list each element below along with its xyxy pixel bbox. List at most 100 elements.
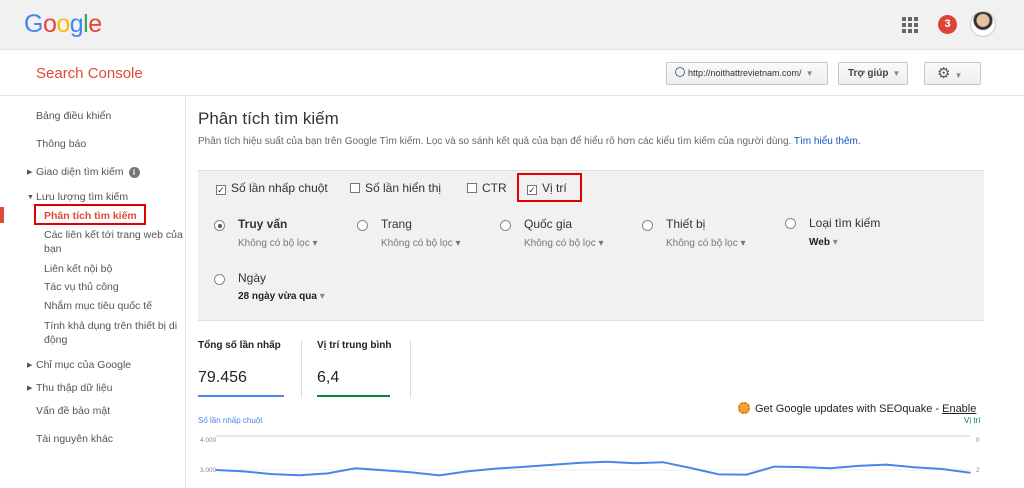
option-queries-label[interactable]: Truy vấn (238, 217, 287, 231)
data-point[interactable] (326, 472, 329, 475)
data-point[interactable] (634, 462, 636, 464)
expand-arrow-icon[interactable]: ▶ (27, 384, 32, 392)
data-point[interactable] (913, 466, 915, 469)
seoquake-enable-link[interactable]: Enable (942, 403, 976, 415)
google-bar: Google 3 (0, 0, 1024, 50)
chevron-down-icon: ▾ (455, 238, 461, 249)
app-title[interactable]: Search Console (36, 65, 143, 82)
option-countries-filter[interactable]: Không có bộ lọc ▾ (524, 238, 604, 249)
data-point[interactable] (745, 473, 748, 476)
group-by-panel: Truy vấn Không có bộ lọc ▾ Trang Không c… (198, 205, 984, 321)
data-point[interactable] (857, 465, 860, 467)
help-button[interactable]: Trợ giúp ▼ (838, 62, 908, 85)
data-point[interactable] (299, 474, 301, 477)
option-search-type-filter[interactable]: Web ▾ (809, 237, 838, 248)
y-tick-left-top: 4.000 (200, 437, 217, 444)
data-point[interactable] (271, 473, 273, 475)
globe-icon (675, 67, 685, 77)
sidebar-item-manual-actions[interactable]: Tác vụ thủ công (44, 280, 184, 294)
metric-label: Tổng số lần nhấp (198, 340, 281, 351)
site-url: http://noithattrevietnam.com/ (688, 68, 802, 78)
avatar[interactable] (970, 11, 996, 37)
data-point[interactable] (522, 466, 524, 468)
option-devices-label[interactable]: Thiết bị (666, 217, 705, 231)
sidebar-item-crawl[interactable]: Thu thập dữ liệu (36, 382, 113, 394)
chevron-down-icon: ▾ (598, 238, 604, 249)
site-selector[interactable]: http://noithattrevietnam.com/▼ (666, 62, 828, 85)
sidebar-item-mobile-usability[interactable]: Tính khả dụng trên thiết bị di động (44, 319, 184, 347)
sidebar-item-messages[interactable]: Thông báo (36, 138, 86, 150)
option-dates-label[interactable]: Ngày (238, 271, 266, 285)
chevron-down-icon: ▾ (832, 237, 838, 248)
data-point[interactable] (885, 463, 887, 466)
avg-position-metric[interactable]: Vị trí trung bình 6,4 (317, 340, 391, 397)
option-devices-filter[interactable]: Không có bộ lọc ▾ (666, 238, 746, 249)
data-point[interactable] (606, 461, 608, 463)
clicks-checkbox[interactable]: ✓ Số lần nhấp chuột (216, 181, 328, 195)
radio-queries[interactable] (214, 220, 225, 231)
google-logo[interactable]: Google (24, 10, 102, 39)
seoquake-icon (738, 402, 750, 414)
search-console-header: Search Console http://noithattrevietnam.… (0, 50, 1024, 96)
expand-arrow-icon[interactable]: ▶ (27, 361, 32, 369)
data-point[interactable] (717, 473, 720, 476)
data-point[interactable] (438, 474, 441, 477)
chevron-down-icon: ▼ (892, 69, 901, 78)
option-search-type-label[interactable]: Loại tìm kiếm (809, 216, 880, 230)
option-dates-filter[interactable]: 28 ngày vừa qua ▾ (238, 291, 325, 302)
total-clicks-metric[interactable]: Tổng số lần nhấp 79.456 (198, 340, 284, 397)
data-point[interactable] (243, 470, 245, 473)
info-icon[interactable]: i (128, 167, 140, 178)
apps-grid-icon[interactable] (902, 17, 918, 33)
radio-dates[interactable] (214, 274, 225, 285)
radio-countries[interactable] (500, 220, 511, 231)
data-point[interactable] (494, 467, 497, 470)
sidebar-item-google-index[interactable]: Chỉ mục của Google (36, 359, 131, 371)
seoquake-notice: Get Google updates with SEOquake - Enabl… (738, 402, 976, 415)
sidebar-item-search-traffic[interactable]: Lưu lượng tìm kiếm (36, 191, 128, 203)
learn-more-link[interactable]: Tìm hiểu thêm. (794, 136, 861, 147)
sidebar-item-search-appearance[interactable]: Giao diện tìm kiếm i (36, 166, 140, 178)
data-point[interactable] (382, 469, 385, 472)
data-point[interactable] (969, 471, 971, 474)
data-point[interactable] (773, 465, 776, 468)
data-point[interactable] (829, 467, 832, 470)
radio-devices[interactable] (642, 220, 653, 231)
impressions-checkbox[interactable]: Số lần hiển thị (350, 181, 441, 195)
collapse-arrow-icon[interactable]: ▼ (27, 194, 34, 201)
option-queries-filter[interactable]: Không có bộ lọc ▾ (238, 238, 318, 249)
page-title: Phân tích tìm kiếm (198, 109, 339, 128)
series-line-clicks (215, 460, 971, 477)
settings-button[interactable]: ⚙ ▼ (924, 62, 981, 85)
data-point[interactable] (941, 468, 943, 470)
expand-arrow-icon[interactable]: ▶ (27, 168, 32, 176)
gear-icon: ⚙ (937, 65, 951, 82)
option-countries-label[interactable]: Quốc gia (524, 217, 572, 231)
clicks-line-chart[interactable]: 4.000 3.000 0 2 (198, 430, 984, 488)
option-pages-filter[interactable]: Không có bộ lọc ▾ (381, 238, 461, 249)
sidebar: Bảng điều khiển Thông báo ▶ Giao diện tì… (0, 97, 186, 488)
radio-search-type[interactable] (785, 218, 796, 229)
data-point[interactable] (801, 466, 804, 468)
ctr-checkbox[interactable]: CTR (467, 181, 507, 195)
data-point[interactable] (215, 469, 217, 471)
chevron-down-icon: ▾ (319, 291, 325, 302)
sidebar-item-dashboard[interactable]: Bảng điều khiển (36, 110, 111, 122)
data-point[interactable] (410, 471, 413, 474)
sidebar-item-international-targeting[interactable]: Nhắm mục tiêu quốc tế (44, 299, 184, 313)
data-point[interactable] (662, 461, 664, 463)
highlight-box (517, 173, 582, 202)
option-pages-label[interactable]: Trang (381, 217, 412, 231)
notification-badge[interactable]: 3 (938, 15, 957, 34)
sidebar-item-links-to-site[interactable]: Các liên kết tới trang web của bạn (44, 228, 184, 256)
data-point[interactable] (689, 467, 692, 469)
sidebar-item-internal-links[interactable]: Liên kết nội bộ (44, 262, 184, 276)
data-point[interactable] (354, 467, 357, 470)
data-point[interactable] (578, 462, 580, 464)
sidebar-item-other-resources[interactable]: Tài nguyên khác (36, 433, 113, 445)
data-point[interactable] (466, 470, 469, 473)
data-point[interactable] (550, 464, 552, 466)
radio-pages[interactable] (357, 220, 368, 231)
metric-value: 79.456 (198, 369, 247, 386)
sidebar-item-security-issues[interactable]: Vấn đề bảo mật (36, 405, 110, 417)
